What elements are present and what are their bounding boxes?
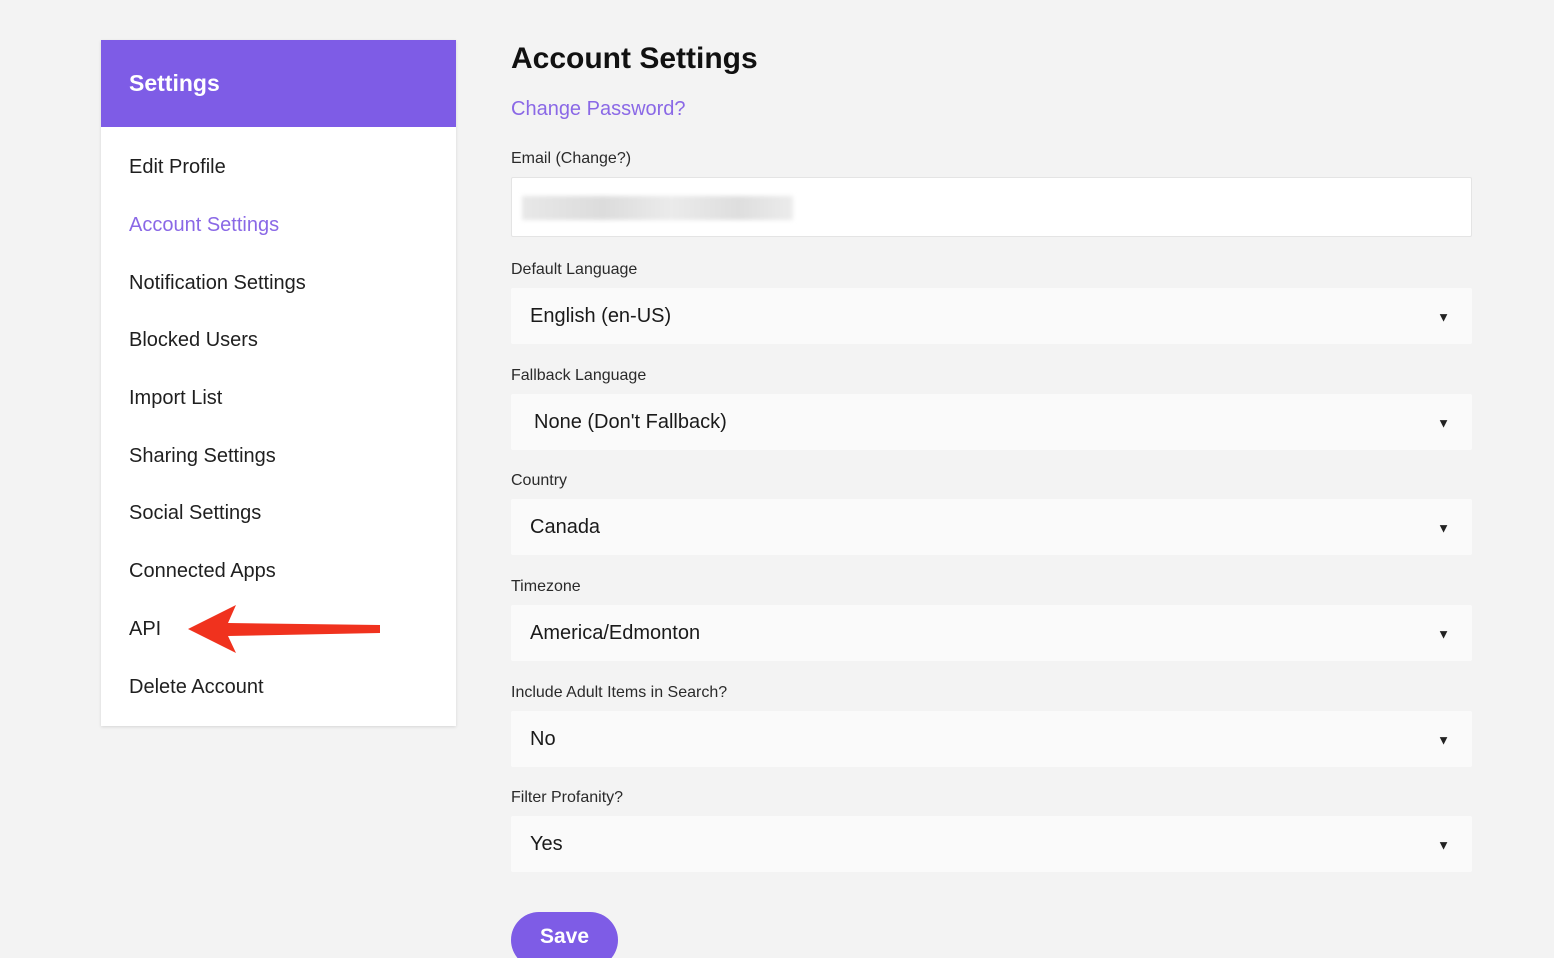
caret-down-icon: ▼	[1437, 415, 1450, 431]
caret-down-icon: ▼	[1437, 732, 1450, 748]
email-label-suffix: )	[625, 150, 632, 167]
sidebar-item-sharing-settings[interactable]: Sharing Settings	[101, 427, 456, 485]
adult-items-value: No	[530, 727, 556, 750]
filter-profanity-label: Filter Profanity?	[511, 789, 624, 806]
default-language-value: English (en-US)	[530, 304, 672, 327]
email-value-redacted	[522, 196, 793, 220]
sidebar-item-blocked-users[interactable]: Blocked Users	[101, 312, 456, 370]
red-arrow-icon	[188, 605, 380, 653]
page-title: Account Settings	[511, 42, 758, 75]
sidebar-item-edit-profile[interactable]: Edit Profile	[101, 139, 456, 197]
fallback-language-value: None (Don't Fallback)	[534, 410, 727, 433]
sidebar-item-notification-settings[interactable]: Notification Settings	[101, 254, 456, 312]
caret-down-icon: ▼	[1437, 837, 1450, 853]
caret-down-icon: ▼	[1437, 309, 1450, 325]
adult-items-select[interactable]: No ▼	[511, 711, 1472, 767]
sidebar-header: Settings	[101, 40, 456, 127]
timezone-value: America/Edmonton	[530, 621, 701, 644]
email-label-prefix: Email (	[511, 150, 561, 167]
settings-page: Settings Edit Profile Account Settings N…	[0, 0, 1554, 958]
timezone-label: Timezone	[511, 578, 581, 595]
sidebar-item-account-settings[interactable]: Account Settings	[101, 197, 456, 255]
country-select[interactable]: Canada ▼	[511, 499, 1472, 555]
sidebar-item-connected-apps[interactable]: Connected Apps	[101, 543, 456, 601]
adult-items-label: Include Adult Items in Search?	[511, 684, 728, 701]
fallback-language-select[interactable]: None (Don't Fallback) ▼	[511, 394, 1472, 450]
timezone-select[interactable]: America/Edmonton ▼	[511, 605, 1472, 661]
email-label: Email (Change?)	[511, 150, 631, 168]
caret-down-icon: ▼	[1437, 626, 1450, 642]
sidebar-item-import-list[interactable]: Import List	[101, 370, 456, 428]
default-language-select[interactable]: English (en-US) ▼	[511, 288, 1472, 344]
sidebar-item-social-settings[interactable]: Social Settings	[101, 485, 456, 543]
email-field[interactable]	[511, 177, 1472, 237]
sidebar-title: Settings	[129, 70, 220, 96]
sidebar-item-delete-account[interactable]: Delete Account	[101, 658, 456, 716]
save-button[interactable]: Save	[511, 912, 618, 958]
filter-profanity-value: Yes	[530, 832, 563, 855]
country-label: Country	[511, 472, 568, 489]
default-language-label: Default Language	[511, 261, 638, 278]
change-email-link[interactable]: Change?	[561, 150, 626, 167]
change-password-link[interactable]: Change Password?	[511, 98, 686, 121]
filter-profanity-select[interactable]: Yes ▼	[511, 816, 1472, 872]
caret-down-icon: ▼	[1437, 520, 1450, 536]
fallback-language-label: Fallback Language	[511, 367, 647, 384]
country-value: Canada	[530, 515, 601, 538]
